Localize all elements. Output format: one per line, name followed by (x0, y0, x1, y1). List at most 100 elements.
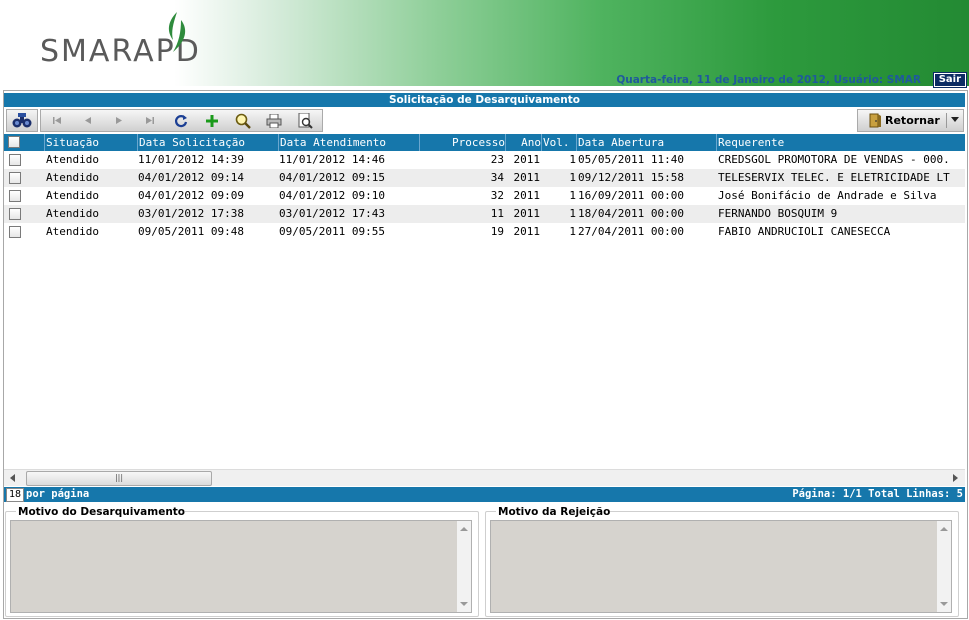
col-data-solicitacao[interactable]: Data Solicitação (137, 134, 278, 151)
scroll-up-icon[interactable] (460, 527, 468, 531)
refresh-button[interactable] (170, 111, 192, 130)
row-checkbox[interactable] (9, 154, 21, 166)
cell-ano: 2011 (513, 189, 541, 202)
cell-situacao: Atendido (46, 153, 99, 166)
textarea-scrollbar[interactable] (937, 521, 951, 612)
cell-processo: 34 (490, 171, 504, 184)
table-row[interactable]: Atendido 04/01/2012 09:14 04/01/2012 09:… (4, 169, 965, 187)
last-page-icon (146, 117, 154, 124)
col-situacao[interactable]: Situação (44, 134, 138, 151)
cell-data-solicitacao: 11/01/2012 14:39 (138, 153, 244, 166)
col-vol[interactable]: Vol. (541, 134, 577, 151)
prev-page-button[interactable] (77, 111, 99, 130)
cell-ano: 2011 (513, 153, 541, 166)
cell-vol: 1 (569, 207, 576, 220)
retornar-label: Retornar (885, 114, 940, 127)
table-row[interactable]: Atendido 04/01/2012 09:09 04/01/2012 09:… (4, 187, 965, 205)
pager-bar: 18 por página Página: 1/1 Total Linhas: … (4, 487, 965, 502)
grid-header: Situação Data Solicitação Data Atendimen… (4, 134, 965, 151)
cell-situacao: Atendido (46, 189, 99, 202)
search-icon (235, 113, 251, 129)
cell-requerente: CREDSGOL PROMOTORA DE VENDAS - 000. (718, 153, 950, 166)
motivo-rejeicao-legend: Motivo da Rejeição (496, 506, 611, 518)
cell-situacao: Atendido (46, 207, 99, 220)
binoculars-icon (12, 112, 32, 127)
scroll-left-icon[interactable] (10, 474, 16, 482)
date-user-status: Quarta-feira, 11 de Janeiro de 2012, Usu… (616, 74, 921, 86)
cell-requerente: FABIO ANDRUCIOLI CANESECCA (718, 225, 891, 238)
next-page-icon (116, 117, 122, 124)
cell-ano: 2011 (513, 225, 541, 238)
cell-vol: 1 (569, 153, 576, 166)
col-requerente[interactable]: Requerente (716, 134, 967, 151)
cell-requerente: José Bonifácio de Andrade e Silva (718, 189, 937, 202)
cell-data-abertura: 09/12/2011 15:58 (578, 171, 684, 184)
next-page-button[interactable] (108, 111, 130, 130)
row-checkbox[interactable] (9, 172, 21, 184)
cell-data-atendimento: 09/05/2011 09:55 (279, 225, 385, 238)
search-toggle-button[interactable] (6, 109, 38, 132)
motivo-rejeicao-textarea[interactable] (490, 520, 952, 613)
motivo-desarquivamento-legend: Motivo do Desarquivamento (16, 506, 186, 518)
logout-button[interactable]: Sair (932, 72, 968, 88)
col-data-atendimento[interactable]: Data Atendimento (278, 134, 419, 151)
retornar-separator (946, 113, 947, 128)
first-page-button[interactable] (46, 111, 68, 130)
search-button[interactable] (232, 111, 254, 130)
scroll-down-icon[interactable] (460, 602, 468, 606)
last-page-button[interactable] (139, 111, 161, 130)
cell-data-atendimento: 11/01/2012 14:46 (279, 153, 385, 166)
col-processo[interactable]: Processo (419, 134, 506, 151)
first-page-icon (53, 117, 61, 124)
cell-ano: 2011 (513, 171, 541, 184)
cell-data-abertura: 27/04/2011 00:00 (578, 225, 684, 238)
cell-ano: 2011 (513, 207, 541, 220)
rows-per-page-label: por página (26, 488, 90, 500)
cell-data-atendimento: 04/01/2012 09:15 (279, 171, 385, 184)
cell-situacao: Atendido (46, 171, 99, 184)
leaf-logo-icon (168, 12, 186, 52)
select-all-cell (4, 134, 43, 151)
row-checkbox[interactable] (9, 226, 21, 238)
print-button[interactable] (263, 111, 285, 130)
scrollbar-thumb[interactable]: ||| (26, 471, 212, 486)
add-icon (206, 114, 218, 127)
scroll-up-icon[interactable] (940, 527, 948, 531)
col-ano[interactable]: Ano (505, 134, 542, 151)
motivo-rejeicao-panel: Motivo da Rejeição (485, 506, 959, 617)
print-icon (266, 113, 282, 128)
app-header: SMARAPD Quarta-feira, 11 de Janeiro de 2… (0, 0, 969, 88)
table-row[interactable]: Atendido 11/01/2012 14:39 11/01/2012 14:… (4, 151, 965, 169)
print-preview-button[interactable] (294, 111, 316, 130)
select-all-checkbox[interactable] (8, 136, 20, 148)
rows-per-page-input[interactable]: 18 (6, 488, 24, 502)
page-title: Solicitação de Desarquivamento (4, 93, 965, 107)
scroll-down-icon[interactable] (940, 602, 948, 606)
cell-data-abertura: 05/05/2011 11:40 (578, 153, 684, 166)
retornar-dropdown-arrow[interactable] (951, 117, 959, 122)
record-toolbar (40, 109, 323, 132)
cell-vol: 1 (569, 171, 576, 184)
row-checkbox[interactable] (9, 190, 21, 202)
add-button[interactable] (201, 111, 223, 130)
motivo-desarquivamento-textarea[interactable] (10, 520, 472, 613)
prev-page-icon (85, 117, 91, 124)
cell-vol: 1 (569, 189, 576, 202)
page-summary: Página: 1/1 Total Linhas: 5 (792, 488, 963, 500)
table-row[interactable]: Atendido 09/05/2011 09:48 09/05/2011 09:… (4, 223, 965, 241)
motivo-desarquivamento-panel: Motivo do Desarquivamento (5, 506, 479, 617)
cell-data-solicitacao: 04/01/2012 09:14 (138, 171, 244, 184)
scroll-right-icon[interactable] (953, 474, 959, 482)
cell-data-atendimento: 04/01/2012 09:10 (279, 189, 385, 202)
exit-door-icon (869, 113, 881, 128)
retornar-button[interactable]: Retornar (857, 109, 964, 132)
row-checkbox[interactable] (9, 208, 21, 220)
cell-processo: 11 (490, 207, 504, 220)
cell-data-abertura: 18/04/2011 00:00 (578, 207, 684, 220)
col-data-abertura[interactable]: Data Abertura (576, 134, 717, 151)
cell-processo: 32 (490, 189, 504, 202)
cell-situacao: Atendido (46, 225, 99, 238)
table-row[interactable]: Atendido 03/01/2012 17:38 03/01/2012 17:… (4, 205, 965, 223)
textarea-scrollbar[interactable] (457, 521, 471, 612)
grid-horizontal-scrollbar[interactable]: ||| (4, 469, 965, 486)
